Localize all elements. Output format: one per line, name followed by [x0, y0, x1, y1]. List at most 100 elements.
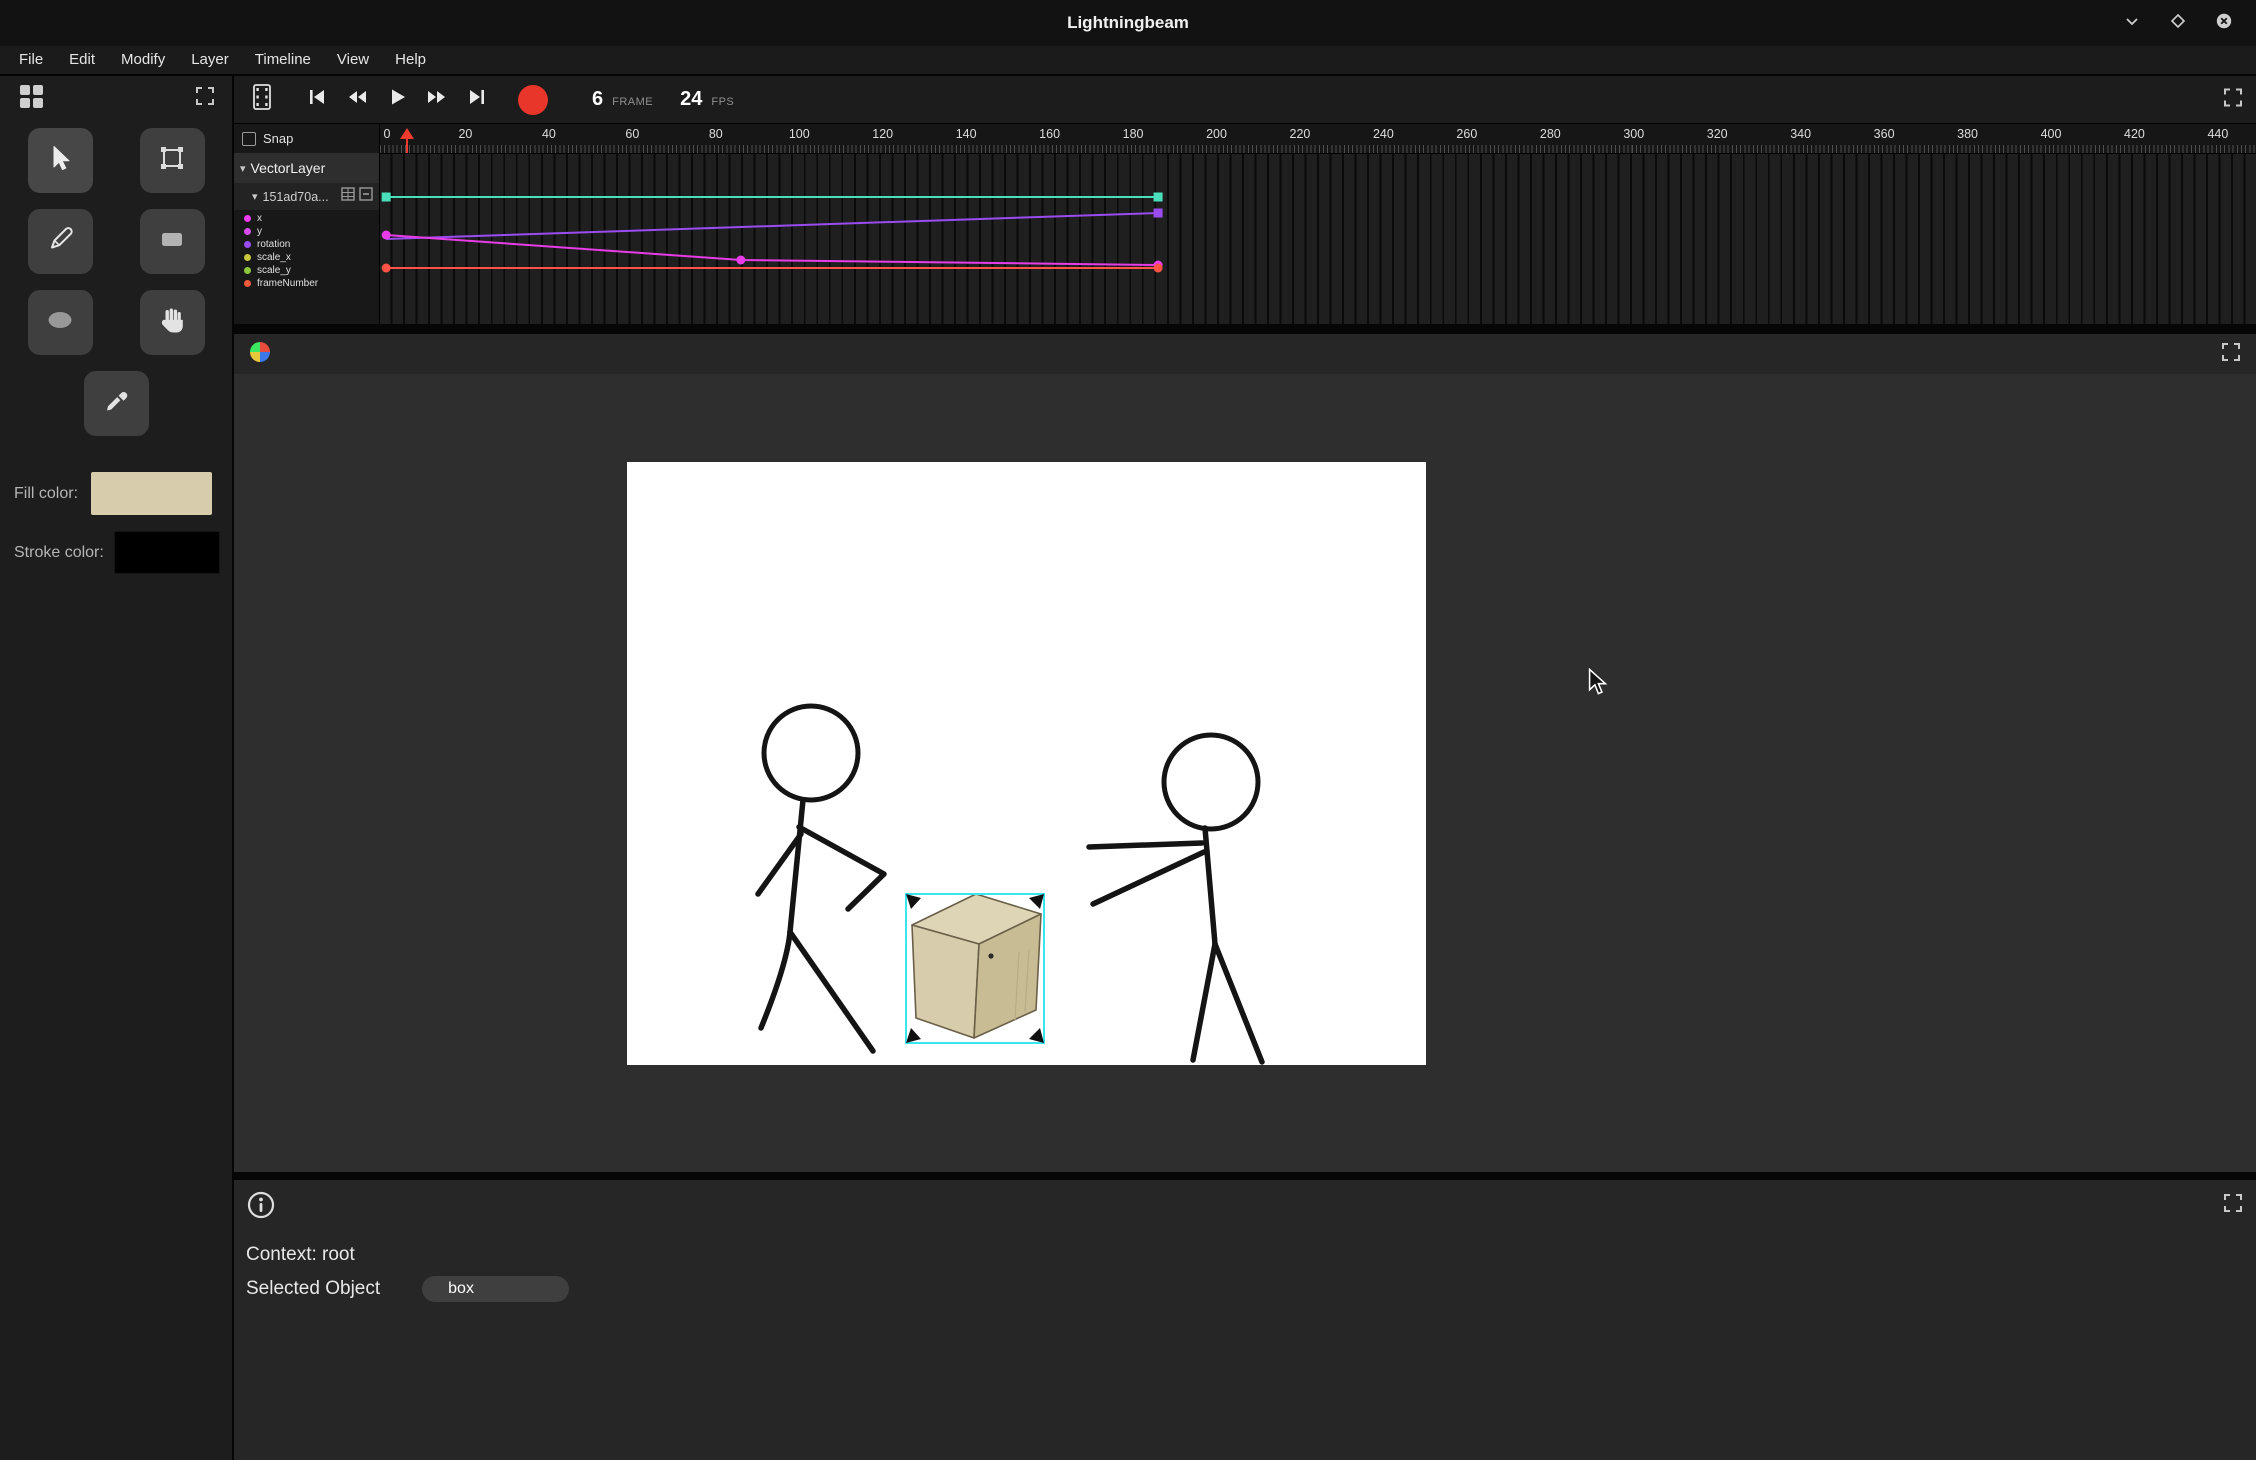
property-row-y[interactable]: y [234, 225, 379, 238]
timeline-tracks-panel[interactable]: 0204060801001201401601802002202402602803… [380, 124, 2256, 324]
grid-toggle-icon[interactable] [341, 187, 355, 206]
timeline-ruler[interactable]: 0204060801001201401601802002202402602803… [380, 124, 2256, 154]
stage-area[interactable] [234, 374, 2256, 1172]
ruler-tick-label: 120 [872, 127, 893, 141]
selection-handle[interactable] [906, 894, 921, 909]
menu-edit[interactable]: Edit [56, 45, 108, 75]
color-wheel-button[interactable] [248, 340, 272, 369]
menu-layer[interactable]: Layer [178, 45, 242, 75]
selection-handle[interactable] [906, 1028, 921, 1043]
selection-handle[interactable] [1029, 894, 1044, 909]
fill-color-swatch[interactable] [91, 472, 212, 515]
selected-object-value[interactable]: box [422, 1276, 569, 1302]
tool-hand[interactable] [140, 290, 205, 355]
close-button[interactable] [2212, 11, 2236, 35]
stick-figure-left[interactable] [758, 706, 884, 1051]
info-button[interactable] [244, 1190, 278, 1224]
main-column: 6 FRAME 24 FPS Sna [234, 76, 2256, 1460]
play-button[interactable] [380, 83, 414, 117]
property-row-rotation[interactable]: rotation [234, 238, 379, 251]
property-list: x y rotation [234, 210, 379, 290]
hand-icon [155, 303, 189, 342]
mouse-cursor [1585, 668, 1611, 696]
expand-icon [2222, 86, 2244, 113]
transform-frame-icon [155, 141, 189, 180]
ruler-tick-label: 340 [1790, 127, 1811, 141]
selected-object-label: Selected Object [246, 1278, 380, 1300]
tool-ellipse[interactable] [28, 290, 93, 355]
keyframe-color-dot [244, 280, 251, 287]
ruler-tick-label: 20 [458, 127, 472, 141]
film-button[interactable] [248, 82, 276, 117]
skip-end-icon [465, 85, 489, 114]
object-id: 151ad70a... [263, 190, 336, 204]
stroke-color-swatch[interactable] [114, 531, 220, 574]
stage-canvas[interactable] [627, 462, 1426, 1065]
property-row-scale-y[interactable]: scale_y [234, 264, 379, 277]
disclosure-triangle-icon[interactable]: ▾ [240, 162, 246, 175]
inspector-panel: Context: root Selected Object box [234, 1180, 2256, 1460]
timeline-body: Snap ▾ VectorLayer ▾ 151ad70a... [234, 124, 2256, 324]
menu-help[interactable]: Help [382, 45, 439, 75]
fast-forward-button[interactable] [420, 83, 454, 117]
box-object[interactable] [912, 894, 1041, 1038]
fps-value[interactable]: 24 [680, 88, 702, 111]
tool-pencil[interactable] [28, 209, 93, 274]
ruler-tick-label: 60 [625, 127, 639, 141]
disclosure-triangle-icon[interactable]: ▾ [252, 190, 258, 203]
stage-expand-button[interactable] [2220, 341, 2242, 368]
menu-view[interactable]: View [324, 45, 382, 75]
panel-grid-button[interactable] [16, 81, 46, 116]
object-row[interactable]: ▾ 151ad70a... [234, 183, 379, 210]
panel-divider [234, 1172, 2256, 1180]
menu-timeline[interactable]: Timeline [242, 45, 324, 75]
menu-modify[interactable]: Modify [108, 45, 178, 75]
ruler-tick-label: 360 [1874, 127, 1895, 141]
menu-file[interactable]: File [6, 45, 56, 75]
panel-divider [234, 324, 2256, 334]
ruler-tick-label: 380 [1957, 127, 1978, 141]
tool-eyedropper[interactable] [84, 371, 149, 436]
property-name: x [257, 213, 262, 224]
inspector-expand-button[interactable] [2222, 1192, 2244, 1219]
minimize-button[interactable] [2120, 11, 2144, 35]
property-name: frameNumber [257, 278, 318, 289]
maximize-button[interactable] [2166, 11, 2190, 35]
selection-handle[interactable] [1029, 1028, 1044, 1043]
tool-rectangle[interactable] [140, 209, 205, 274]
property-row-framenumber[interactable]: frameNumber [234, 277, 379, 290]
tool-sidebar: Fill color: Stroke color: [0, 76, 234, 1460]
stage-drawing [627, 462, 1426, 1065]
record-button[interactable] [518, 85, 548, 115]
frame-number-value[interactable]: 6 [592, 88, 603, 111]
skip-to-start-button[interactable] [300, 83, 334, 117]
property-name: rotation [257, 239, 290, 250]
close-icon [2215, 12, 2233, 35]
lightningbeam-window: Lightningbeam File Edit Modify Laye [0, 0, 2256, 1460]
ruler-tick-label: 220 [1290, 127, 1311, 141]
tool-select[interactable] [28, 128, 93, 193]
layer-row-vectorlayer[interactable]: ▾ VectorLayer [234, 153, 379, 183]
ruler-tick-label: 400 [2041, 127, 2062, 141]
fast-forward-icon [425, 85, 449, 114]
fps-label: FPS [711, 96, 734, 108]
ruler-tick-label: 200 [1206, 127, 1227, 141]
menubar: File Edit Modify Layer Timeline View Hel… [0, 46, 2256, 76]
property-row-x[interactable]: x [234, 212, 379, 225]
titlebar: Lightningbeam [0, 0, 2256, 46]
rectangle-icon [155, 222, 189, 261]
keyframe-tracks[interactable] [380, 154, 2256, 324]
color-wheel-icon [248, 340, 272, 369]
expand-icon [2222, 1192, 2244, 1219]
timeline-expand-button[interactable] [2222, 86, 2244, 113]
collapse-toggle-icon[interactable] [359, 187, 373, 206]
skip-to-end-button[interactable] [460, 83, 494, 117]
property-row-scale-x[interactable]: scale_x [234, 251, 379, 264]
stick-figure-right[interactable] [1089, 735, 1262, 1062]
rewind-button[interactable] [340, 83, 374, 117]
snap-checkbox[interactable] [242, 132, 256, 146]
sidebar-expand-button[interactable] [194, 85, 216, 112]
tool-transform[interactable] [140, 128, 205, 193]
snap-label: Snap [263, 131, 293, 146]
context-label: Context: root [246, 1244, 355, 1266]
